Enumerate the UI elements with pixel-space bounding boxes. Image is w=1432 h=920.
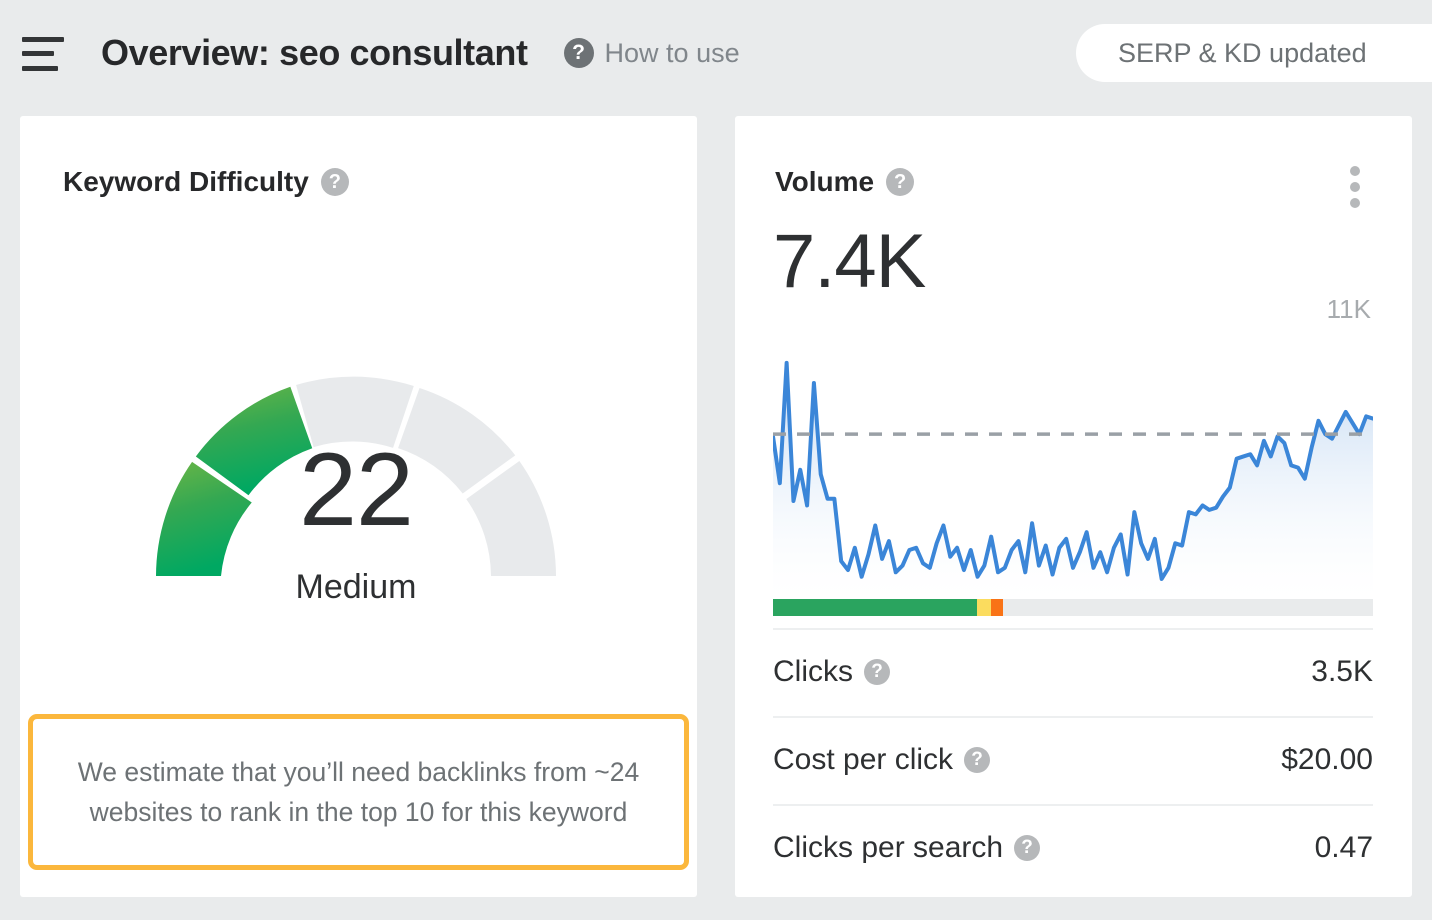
keyword-difficulty-card: Keyword Difficulty ? 22 Medium We estima… — [20, 116, 697, 897]
volume-value: 7.4K — [773, 219, 926, 304]
keyword-difficulty-title-label: Keyword Difficulty — [63, 166, 309, 197]
backlinks-estimate-text: We estimate that you’ll need backlinks f… — [77, 756, 640, 827]
page-title: Overview: seo consultant — [101, 32, 528, 73]
volume-sparkline-chart — [771, 354, 1375, 599]
metric-row-clicks: Clicks ? 3.5K — [773, 628, 1373, 714]
volume-bar-yellow-segment — [977, 599, 992, 616]
metric-label-cost-per-click: Cost per click ? — [773, 743, 991, 777]
volume-distribution-bar — [773, 599, 1373, 616]
volume-title-label: Volume — [775, 166, 875, 197]
volume-axis-max-label: 11K — [1326, 294, 1371, 324]
volume-bar-orange-segment — [991, 599, 1003, 616]
metric-value-cost-per-click: $20.00 — [1281, 743, 1373, 776]
hamburger-icon[interactable] — [22, 36, 64, 71]
hamburger-line — [22, 65, 58, 71]
volume-bar-green-segment — [773, 599, 977, 616]
kebab-menu-icon[interactable] — [1350, 166, 1360, 208]
keyword-difficulty-title: Keyword Difficulty ? — [63, 166, 349, 198]
help-circle-icon[interactable]: ? — [1014, 835, 1041, 861]
metric-label-clicks: Clicks ? — [773, 655, 890, 689]
metric-row-clicks-per-search: Clicks per search ? 0.47 — [773, 804, 1373, 890]
keyword-difficulty-score: 22 — [299, 432, 414, 548]
volume-card: Volume ? 7.4K 11K Clicks ? 3.5K Cost per… — [735, 116, 1412, 897]
hamburger-line — [22, 51, 54, 56]
how-to-use-link[interactable]: ? How to use — [563, 37, 740, 69]
help-circle-icon[interactable]: ? — [886, 168, 915, 196]
volume-title: Volume ? — [775, 166, 915, 198]
metric-value-clicks-per-search: 0.47 — [1314, 831, 1373, 864]
keyword-difficulty-rating: Medium — [295, 568, 417, 606]
help-circle-icon[interactable]: ? — [320, 168, 349, 196]
serp-kd-updated-label: SERP & KD updated — [1118, 37, 1367, 68]
metric-label-text: Clicks — [773, 655, 853, 688]
metric-row-cost-per-click: Cost per click ? $20.00 — [773, 716, 1373, 802]
metric-label-text: Cost per click — [773, 743, 954, 776]
volume-sparkline-svg — [771, 360, 1375, 599]
page-header: Overview: seo consultant ? How to use SE… — [0, 0, 1432, 106]
kebab-dot — [1350, 182, 1360, 192]
keyword-difficulty-gauge: 22 Medium — [96, 276, 616, 606]
how-to-use-label: How to use — [604, 37, 740, 68]
metric-value-clicks: 3.5K — [1311, 655, 1373, 688]
serp-kd-updated-pill[interactable]: SERP & KD updated — [1076, 24, 1432, 82]
metric-label-text: Clicks per search — [773, 831, 1004, 864]
help-circle-icon: ? — [563, 38, 594, 68]
help-circle-icon[interactable]: ? — [864, 659, 890, 685]
backlinks-estimate-callout: We estimate that you’ll need backlinks f… — [28, 714, 689, 870]
kebab-dot — [1350, 166, 1360, 176]
metric-label-clicks-per-search: Clicks per search ? — [773, 831, 1041, 865]
help-circle-icon[interactable]: ? — [964, 747, 991, 773]
kebab-dot — [1350, 198, 1360, 208]
hamburger-line — [22, 36, 64, 42]
